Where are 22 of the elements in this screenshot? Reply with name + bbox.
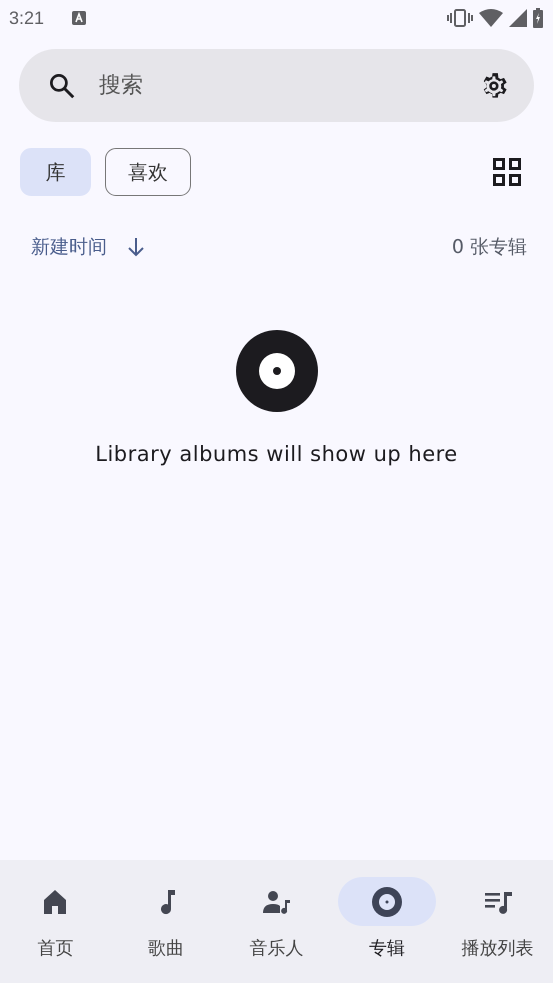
arrow-down-icon[interactable] [127, 237, 145, 257]
nav-tab[interactable]: 音乐人 [221, 860, 332, 983]
disc-icon [236, 330, 318, 412]
nav-tab[interactable]: 播放列表 [442, 860, 553, 983]
grid-view-icon[interactable] [493, 158, 521, 186]
nav-tab[interactable]: 歌曲 [110, 860, 222, 983]
search-field[interactable]: 搜索 [97, 72, 458, 99]
sort-button[interactable]: 新建时间 [31, 234, 107, 260]
search-bar[interactable]: 搜索 [19, 49, 534, 122]
signal-icon [509, 9, 527, 27]
nav-tab[interactable]: 专辑 [332, 860, 442, 983]
filter-chip[interactable]: 喜欢 [105, 148, 191, 196]
status-time: 3:21 [9, 8, 44, 28]
disc-icon [372, 886, 402, 916]
vibrate-icon [447, 9, 473, 27]
nav-tab[interactable]: 首页 [0, 860, 111, 983]
empty-message: Library albums will show up here [95, 442, 458, 466]
notification-icon [72, 11, 86, 25]
album-count: 0 张专辑 [452, 235, 527, 260]
battery-icon [533, 8, 543, 28]
wifi-icon [479, 9, 503, 27]
filter-chip[interactable]: 库 [20, 148, 91, 196]
